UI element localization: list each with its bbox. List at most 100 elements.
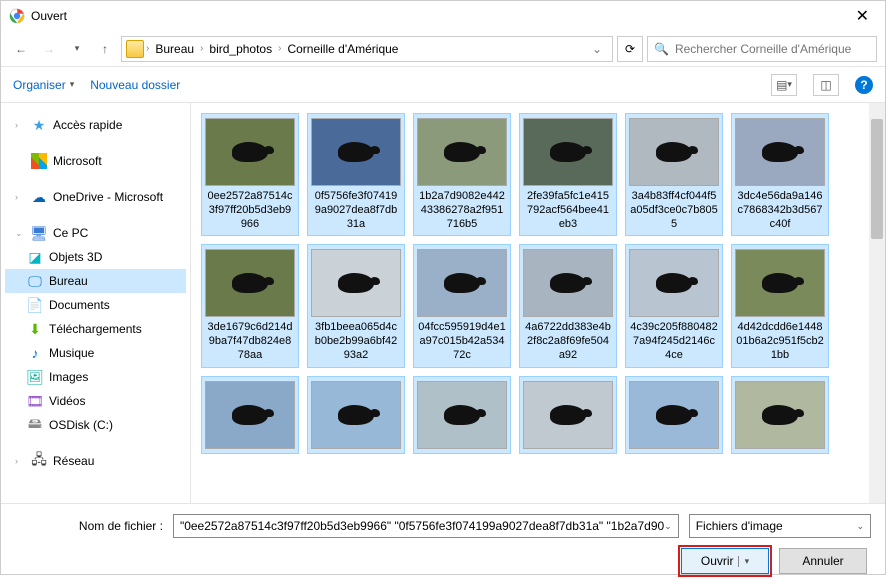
- file-name: 2fe39fa5fc1e415792acf564bee41eb3: [524, 190, 612, 231]
- close-button[interactable]: ✕: [848, 6, 877, 26]
- search-input[interactable]: [675, 42, 870, 56]
- sidebar-item-label: Ce PC: [53, 226, 88, 240]
- sidebar-onedrive[interactable]: ›☁OneDrive - Microsoft: [5, 185, 186, 209]
- file-tile[interactable]: [731, 376, 829, 454]
- file-tile[interactable]: 3a4b83ff4cf044f5a05df3ce0c7b8055: [625, 113, 723, 236]
- new-folder-button[interactable]: Nouveau dossier: [90, 78, 180, 92]
- file-name: 3fb1beea065d4cb0be2b99a6bf4293a2: [312, 321, 400, 362]
- filename-label: Nom de fichier :: [15, 519, 163, 533]
- file-tile[interactable]: 4a6722dd383e4b2f8c2a8f69fe504a92: [519, 244, 617, 367]
- file-tile[interactable]: [413, 376, 511, 454]
- sidebar-item-telechargements[interactable]: ⬇Téléchargements: [5, 317, 186, 341]
- file-thumbnail: [629, 381, 719, 449]
- sidebar-this-pc[interactable]: ⌄🖥Ce PC: [5, 221, 186, 245]
- file-name: 3a4b83ff4cf044f5a05df3ce0c7b8055: [630, 190, 718, 231]
- filename-value: "0ee2572a87514c3f97ff20b5d3eb9966" "0f57…: [180, 519, 664, 533]
- forward-button[interactable]: →: [37, 37, 61, 61]
- file-tile[interactable]: 3de1679c6d214d9ba7f47db824e878aa: [201, 244, 299, 367]
- refresh-button[interactable]: ⟳: [617, 36, 643, 62]
- up-button[interactable]: ↑: [93, 37, 117, 61]
- toolbar: Organiser ▾ Nouveau dossier ▤ ▾ ◫ ?: [1, 67, 885, 103]
- sidebar-item-label: Microsoft: [53, 154, 102, 168]
- chevron-down-icon[interactable]: ▾: [738, 556, 750, 567]
- file-thumbnail: [417, 249, 507, 317]
- breadcrumb-dropdown[interactable]: ⌄: [586, 42, 608, 56]
- sidebar-microsoft[interactable]: Microsoft: [5, 149, 186, 173]
- file-tile[interactable]: [625, 376, 723, 454]
- file-thumbnail: [629, 249, 719, 317]
- sidebar: ›★Accès rapide Microsoft ›☁OneDrive - Mi…: [1, 103, 191, 503]
- file-name: 04fcc595919d4e1a97c015b42a53472c: [418, 321, 506, 362]
- file-tile[interactable]: [201, 376, 299, 454]
- sidebar-item-label: Images: [49, 370, 88, 384]
- file-type-filter[interactable]: Fichiers d'image ⌄: [689, 514, 871, 538]
- sidebar-item-label: Réseau: [53, 454, 94, 468]
- folder-icon: [126, 40, 144, 58]
- sidebar-item-bureau[interactable]: 🖵Bureau: [5, 269, 186, 293]
- chevron-down-icon[interactable]: ⌄: [664, 521, 672, 532]
- titlebar: Ouvert ✕: [1, 1, 885, 31]
- file-thumbnail: [311, 381, 401, 449]
- back-button[interactable]: ←: [9, 37, 33, 61]
- sidebar-quick-access[interactable]: ›★Accès rapide: [5, 113, 186, 137]
- file-tile[interactable]: 04fcc595919d4e1a97c015b42a53472c: [413, 244, 511, 367]
- sidebar-item-label: OSDisk (C:): [49, 418, 113, 432]
- scrollbar[interactable]: [869, 103, 885, 503]
- file-name: 4a6722dd383e4b2f8c2a8f69fe504a92: [524, 321, 612, 362]
- cancel-button[interactable]: Annuler: [779, 548, 867, 574]
- file-name: 3dc4e56da9a146c7868342b3d567c40f: [736, 190, 824, 231]
- sidebar-item-label: Vidéos: [49, 394, 85, 408]
- file-tile[interactable]: 4c39c205f8804827a94f245d2146c4ce: [625, 244, 723, 367]
- file-thumbnail: [205, 118, 295, 186]
- search-box[interactable]: 🔍: [647, 36, 877, 62]
- help-button[interactable]: ?: [855, 76, 873, 94]
- open-label: Ouvrir: [701, 554, 734, 568]
- file-tile[interactable]: 4d42dcdd6e144801b6a2c951f5cb21bb: [731, 244, 829, 367]
- sidebar-item-images[interactable]: 🖼Images: [5, 365, 186, 389]
- file-name: 1b2a7d9082e44243386278a2f951716b5: [418, 190, 506, 231]
- sidebar-item-label: Documents: [49, 298, 110, 312]
- crumb-bureau[interactable]: Bureau: [151, 40, 198, 58]
- file-name: 4c39c205f8804827a94f245d2146c4ce: [630, 321, 718, 362]
- view-mode-button[interactable]: ▤ ▾: [771, 74, 797, 96]
- sidebar-item-objets3d[interactable]: ◪Objets 3D: [5, 245, 186, 269]
- chevron-down-icon[interactable]: ⌄: [856, 521, 864, 532]
- cube-icon: ◪: [27, 249, 43, 265]
- file-grid: 0ee2572a87514c3f97ff20b5d3eb9966 0f5756fe…: [191, 103, 885, 503]
- sidebar-item-documents[interactable]: 📄Documents: [5, 293, 186, 317]
- sidebar-item-label: Téléchargements: [49, 322, 142, 336]
- scrollbar-thumb[interactable]: [871, 119, 883, 239]
- cloud-icon: ☁: [31, 189, 47, 205]
- chevron-right-icon: ›: [278, 43, 281, 54]
- open-button[interactable]: Ouvrir ▾: [681, 548, 769, 574]
- file-tile[interactable]: 1b2a7d9082e44243386278a2f951716b5: [413, 113, 511, 236]
- crumb-birdphotos[interactable]: bird_photos: [205, 40, 276, 58]
- file-tile[interactable]: [307, 376, 405, 454]
- cancel-label: Annuler: [802, 554, 843, 568]
- preview-pane-button[interactable]: ◫: [813, 74, 839, 96]
- filter-label: Fichiers d'image: [696, 519, 783, 533]
- chrome-icon: [9, 8, 25, 24]
- file-tile[interactable]: [519, 376, 617, 454]
- organize-menu[interactable]: Organiser ▾: [13, 78, 74, 92]
- sidebar-item-musique[interactable]: ♪Musique: [5, 341, 186, 365]
- breadcrumb[interactable]: › Bureau › bird_photos › Corneille d'Amé…: [121, 36, 613, 62]
- desktop-icon: 🖵: [27, 273, 43, 289]
- search-icon: 🔍: [654, 42, 669, 56]
- crumb-corneille[interactable]: Corneille d'Amérique: [283, 40, 402, 58]
- file-tile[interactable]: 3fb1beea065d4cb0be2b99a6bf4293a2: [307, 244, 405, 367]
- file-name: 0ee2572a87514c3f97ff20b5d3eb9966: [206, 190, 294, 231]
- file-tile[interactable]: 0f5756fe3f074199a9027dea8f7db31a: [307, 113, 405, 236]
- file-thumbnail: [735, 249, 825, 317]
- recent-dropdown[interactable]: ▾: [65, 37, 89, 61]
- file-thumbnail: [629, 118, 719, 186]
- file-tile[interactable]: 2fe39fa5fc1e415792acf564bee41eb3: [519, 113, 617, 236]
- sidebar-item-osdisk[interactable]: 🖴OSDisk (C:): [5, 413, 186, 437]
- sidebar-network[interactable]: ›🖧Réseau: [5, 449, 186, 473]
- file-tile[interactable]: 3dc4e56da9a146c7868342b3d567c40f: [731, 113, 829, 236]
- file-thumbnail: [417, 118, 507, 186]
- sidebar-item-videos[interactable]: 🎞Vidéos: [5, 389, 186, 413]
- sidebar-item-label: Accès rapide: [53, 118, 122, 132]
- filename-input[interactable]: "0ee2572a87514c3f97ff20b5d3eb9966" "0f57…: [173, 514, 679, 538]
- file-tile[interactable]: 0ee2572a87514c3f97ff20b5d3eb9966: [201, 113, 299, 236]
